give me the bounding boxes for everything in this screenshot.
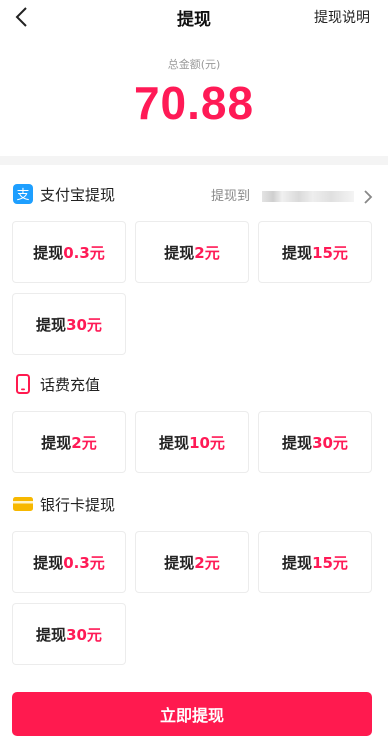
chevron-right-icon [364, 189, 373, 204]
alipay-option-card[interactable]: 提现 30元 [12, 293, 126, 355]
svg-text:支: 支 [16, 188, 29, 203]
withdraw-now-button[interactable]: 立即提现 [12, 692, 372, 736]
masked-account [262, 191, 354, 202]
bank-option-card[interactable]: 提现 15元 [258, 531, 372, 593]
total-amount-panel: 总金额(元) 70.88 [0, 36, 388, 146]
bank-card-icon [13, 497, 33, 511]
phone-option-card[interactable]: 提现 10元 [135, 411, 249, 473]
bank-card-section: 银行卡提现 提现 0.3元 提现 2元 提现 15元 提现 30元 [0, 492, 388, 665]
phone-option-card[interactable]: 提现 2元 [12, 411, 126, 473]
bank-option-card[interactable]: 提现 30元 [12, 603, 126, 665]
alipay-option-card[interactable]: 提现 0.3元 [12, 221, 126, 283]
withdraw-help-link[interactable]: 提现说明 [314, 7, 370, 27]
phone-section-title: 话费充值 [40, 376, 101, 394]
alipay-icon: 支 [13, 184, 33, 204]
phone-section-header: 话费充值 [0, 372, 388, 398]
bank-options: 提现 0.3元 提现 2元 提现 15元 提现 30元 [0, 531, 388, 665]
phone-topup-section: 话费充值 提现 2元 提现 10元 提现 30元 [0, 372, 388, 473]
bank-option-card[interactable]: 提现 2元 [135, 531, 249, 593]
section-divider [0, 156, 388, 165]
alipay-option-card[interactable]: 提现 2元 [135, 221, 249, 283]
nav-bar: 提现 提现说明 [0, 0, 388, 36]
alipay-section-title: 支付宝提现 [40, 186, 116, 204]
phone-options: 提现 2元 提现 10元 提现 30元 [0, 411, 388, 473]
bank-section-title: 银行卡提现 [40, 496, 116, 514]
alipay-section-header: 支 支付宝提现 提现到 [0, 182, 388, 208]
bank-option-card[interactable]: 提现 0.3元 [12, 531, 126, 593]
alipay-options: 提现 0.3元 提现 2元 提现 15元 提现 30元 [0, 221, 388, 355]
total-amount-label: 总金额(元) [167, 58, 221, 71]
phone-icon [16, 374, 30, 394]
alipay-account-selector[interactable]: 提现到 [211, 185, 374, 205]
alipay-option-card[interactable]: 提现 15元 [258, 221, 372, 283]
total-amount-value: 70.88 [133, 77, 255, 129]
bank-section-header: 银行卡提现 [0, 492, 388, 518]
phone-option-card[interactable]: 提现 30元 [258, 411, 372, 473]
alipay-to-label: 提现到 [210, 189, 250, 204]
alipay-section: 支 支付宝提现 提现到 提现 0.3元 提现 2元 提现 15元 提现 30元 [0, 182, 388, 355]
